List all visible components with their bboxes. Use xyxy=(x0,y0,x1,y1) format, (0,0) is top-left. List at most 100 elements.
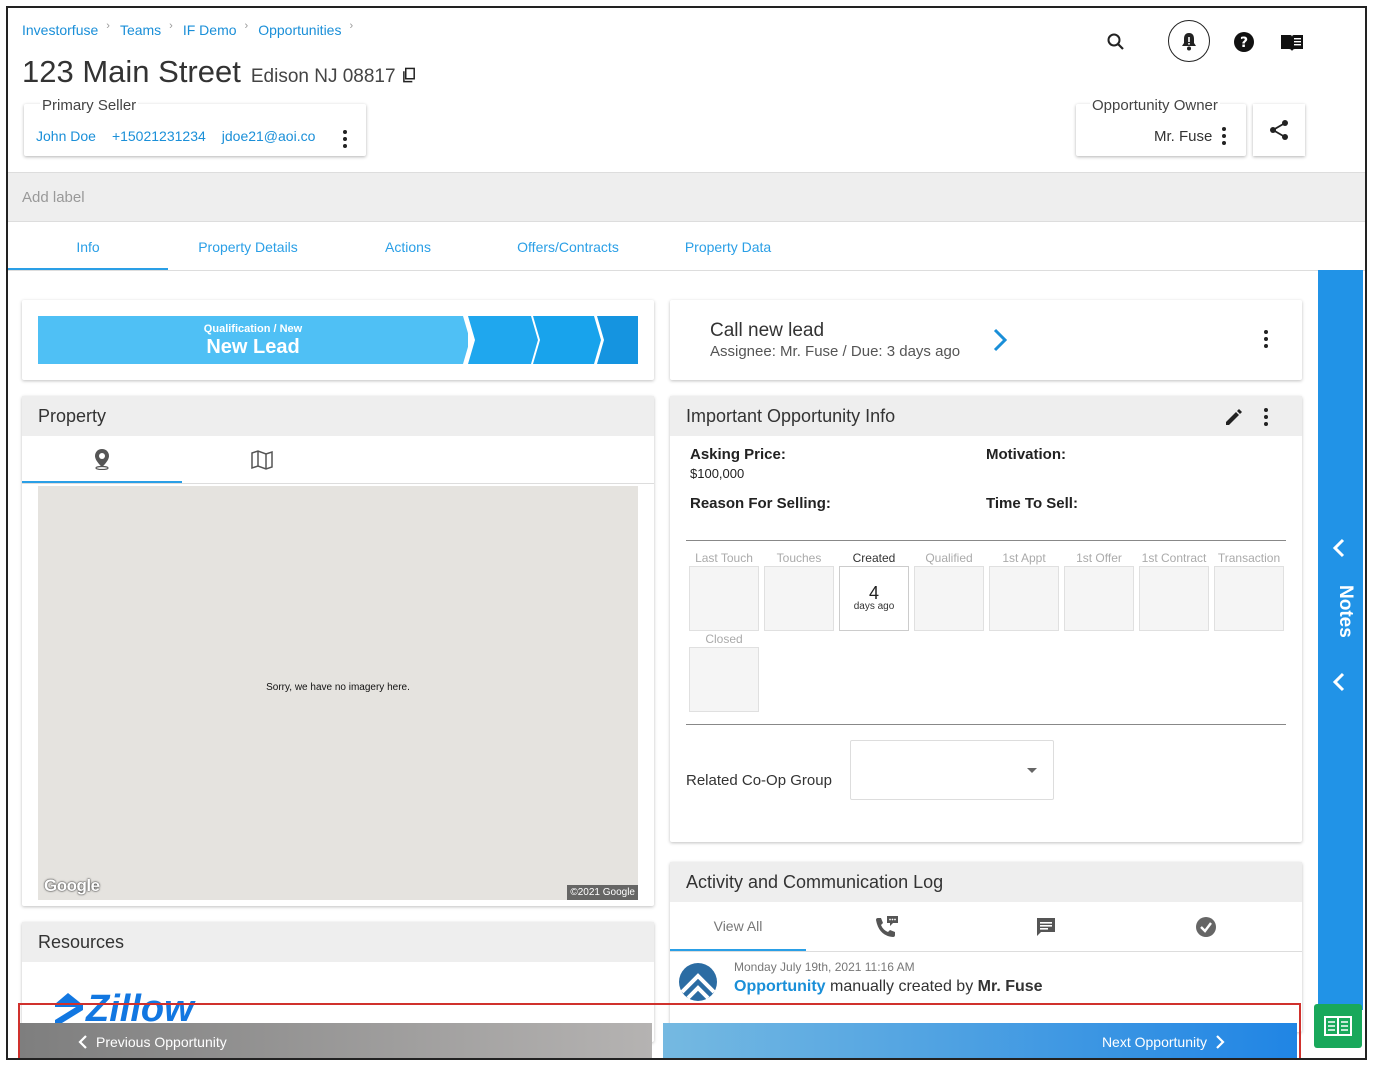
asking-price-label: Asking Price: xyxy=(690,446,786,463)
stage-step-2[interactable] xyxy=(468,316,538,364)
property-card: Property Sorry, we have no imagery here.… xyxy=(22,396,654,906)
next-opportunity-label: Next Opportunity xyxy=(1101,1034,1207,1050)
chevron-left-icon[interactable] xyxy=(1332,538,1346,558)
tab-offers-contracts[interactable]: Offers/Contracts xyxy=(488,223,648,270)
docs-button[interactable] xyxy=(1272,22,1312,62)
tab-messages[interactable] xyxy=(966,902,1126,951)
stat-created: Created 4 days ago xyxy=(839,551,909,631)
motivation-label: Motivation: xyxy=(986,446,1066,463)
stat-box xyxy=(1139,566,1209,631)
owner-more-icon[interactable] xyxy=(1222,127,1227,145)
bell-alert-icon xyxy=(1182,33,1196,51)
tab-actions[interactable]: Actions xyxy=(328,223,488,270)
activity-text: manually created by xyxy=(830,978,974,995)
notes-label: Notes xyxy=(1335,585,1356,638)
edit-icon[interactable] xyxy=(1224,407,1244,427)
main-tabs: Info Property Details Actions Offers/Con… xyxy=(8,223,1365,271)
stat-last-touch: Last Touch xyxy=(689,551,759,631)
help-button[interactable]: ? xyxy=(1224,22,1264,62)
opportunity-owner-label: Opportunity Owner xyxy=(1090,97,1220,114)
alerts-button[interactable] xyxy=(1168,20,1210,62)
zillow-wordmark: Zillow xyxy=(86,988,194,1030)
breadcrumb-teams[interactable]: Teams xyxy=(120,22,161,38)
tab-completed[interactable] xyxy=(1126,902,1286,951)
info-more-icon[interactable] xyxy=(1264,408,1268,426)
dropdown-caret-icon xyxy=(1027,768,1037,773)
stat-value: 4 xyxy=(868,583,879,603)
notes-panel-toggle[interactable] xyxy=(1318,270,1363,1010)
activity-opportunity-link[interactable]: Opportunity xyxy=(734,978,826,995)
add-label-bar[interactable]: Add label xyxy=(8,172,1365,222)
title-street: 123 Main Street xyxy=(22,54,241,89)
stat-label: Touches xyxy=(776,551,822,565)
stat-box xyxy=(989,566,1059,631)
svg-text:?: ? xyxy=(1240,35,1248,51)
breadcrumb: Investorfuse › Teams › IF Demo › Opportunit… xyxy=(22,20,363,38)
chevron-left-icon[interactable] xyxy=(1332,672,1346,692)
header: Investorfuse › Teams › IF Demo › Opportunit… xyxy=(8,8,1365,172)
stat-label: Qualified xyxy=(925,551,973,565)
stat-qualified: Qualified xyxy=(914,551,984,631)
check-circle-icon xyxy=(1196,916,1216,937)
stat-label: 1st Appt xyxy=(1002,551,1046,565)
seller-name-link[interactable]: John Doe xyxy=(36,128,96,148)
tab-property-data[interactable]: Property Data xyxy=(648,223,808,270)
seller-more-icon[interactable] xyxy=(343,130,348,148)
coop-group-label: Related Co-Op Group xyxy=(686,772,832,789)
stat-touches: Touches xyxy=(764,551,834,631)
breadcrumb-opportunities[interactable]: Opportunities xyxy=(258,22,341,38)
app-frame: Investorfuse › Teams › IF Demo › Opportunit… xyxy=(6,6,1367,1060)
notes-book-button[interactable] xyxy=(1314,1004,1362,1048)
map-message: Sorry, we have no imagery here. xyxy=(266,682,410,693)
tab-view-all[interactable]: View All xyxy=(670,902,806,951)
share-button[interactable] xyxy=(1253,104,1305,156)
chevron-right-icon: › xyxy=(169,20,173,32)
property-view-tabs xyxy=(22,436,654,484)
resources-title: Resources xyxy=(22,922,654,962)
map-copyright: ©2021 Google xyxy=(567,885,638,900)
tab-map-view[interactable] xyxy=(182,436,342,483)
chevron-left-icon xyxy=(78,1035,87,1049)
seller-phone-link[interactable]: +15021231234 xyxy=(112,128,206,148)
main-content: Qualification / New New Lead Call new le… xyxy=(8,272,1318,1058)
previous-opportunity-button[interactable]: Previous Opportunity xyxy=(18,1023,652,1058)
zillow-link[interactable]: Zillow xyxy=(52,988,194,1030)
coop-group-select[interactable] xyxy=(850,740,1054,800)
stat-box xyxy=(914,566,984,631)
stage-step-4[interactable] xyxy=(597,316,638,364)
activity-message: Opportunity manually created by Mr. Fuse xyxy=(734,978,1043,996)
chevron-right-icon xyxy=(1216,1035,1225,1049)
tab-calls[interactable] xyxy=(806,902,966,951)
seller-email-link[interactable]: jdoe21@aoi.co xyxy=(222,128,316,148)
important-info-title: Important Opportunity Info xyxy=(670,396,1302,436)
phone-chat-icon xyxy=(876,915,898,937)
stat-1st-appt: 1st Appt xyxy=(989,551,1059,631)
owner-name[interactable]: Mr. Fuse xyxy=(1154,127,1227,145)
stat-label: Closed xyxy=(705,632,743,646)
stage-current[interactable]: Qualification / New New Lead xyxy=(38,316,468,364)
help-icon: ? xyxy=(1234,32,1254,52)
task-more-icon[interactable] xyxy=(1264,330,1268,348)
stat-box xyxy=(1214,566,1284,631)
street-view-map[interactable]: Sorry, we have no imagery here. Google ©… xyxy=(38,486,638,900)
stat-label: Created xyxy=(852,551,896,565)
search-button[interactable] xyxy=(1096,22,1136,62)
map-icon xyxy=(251,449,273,470)
breadcrumb-if-demo[interactable]: IF Demo xyxy=(183,22,237,38)
chevron-right-icon[interactable] xyxy=(992,328,1008,352)
stat-transaction: Transaction xyxy=(1214,551,1284,631)
next-opportunity-button[interactable]: Next Opportunity xyxy=(663,1023,1297,1058)
copy-icon[interactable] xyxy=(402,67,417,83)
divider xyxy=(686,540,1286,541)
stat-box xyxy=(689,566,759,631)
activity-log-card: Activity and Communication Log View All … xyxy=(670,862,1302,1032)
tab-info[interactable]: Info xyxy=(8,223,168,270)
breadcrumb-investorfuse[interactable]: Investorfuse xyxy=(22,22,98,38)
previous-opportunity-label: Previous Opportunity xyxy=(96,1034,227,1050)
tab-street-view[interactable] xyxy=(22,436,182,483)
stat-label: Last Touch xyxy=(695,551,753,565)
activity-entry: Monday July 19th, 2021 11:16 AM Opportun… xyxy=(670,954,1302,1014)
tab-property-details[interactable]: Property Details xyxy=(168,223,328,270)
next-task-card[interactable]: Call new lead Assignee: Mr. Fuse / Due: … xyxy=(670,300,1302,380)
stage-step-3[interactable] xyxy=(533,316,601,364)
